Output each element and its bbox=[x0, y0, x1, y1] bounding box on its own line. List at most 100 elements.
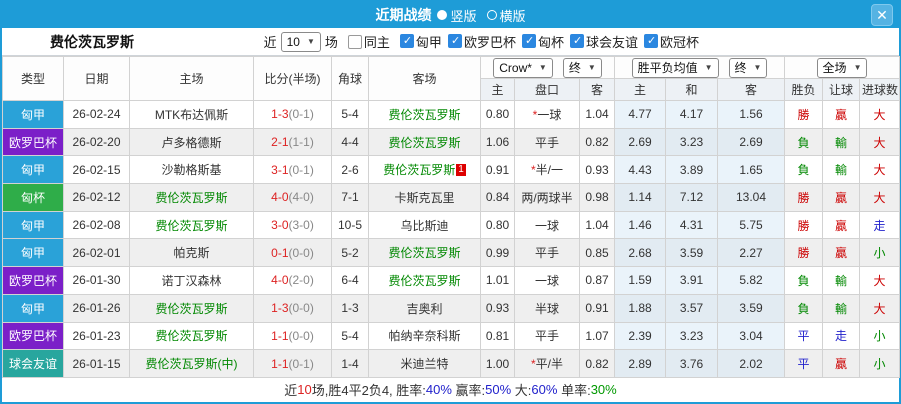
league-checkbox[interactable] bbox=[521, 34, 536, 49]
euro-away-odds: 2.27 bbox=[716, 238, 786, 268]
same-home-filter[interactable]: 同主 bbox=[342, 32, 390, 51]
odds-time-select[interactable]: 终 ▼ bbox=[562, 57, 602, 78]
league-filter[interactable]: 欧冠杯 bbox=[638, 32, 699, 51]
col-header-type: 类型 bbox=[2, 56, 64, 101]
away-team: 费伦茨瓦罗斯 bbox=[383, 163, 456, 178]
home-team[interactable]: 卢多格德斯 bbox=[129, 127, 254, 157]
away-team-cell[interactable]: 吉奥利 bbox=[368, 293, 481, 323]
home-team[interactable]: 费伦茨瓦罗斯 bbox=[129, 321, 254, 351]
handicap-value: 一球 bbox=[534, 273, 559, 288]
away-team-cell[interactable]: 费伦茨瓦罗斯 bbox=[368, 100, 481, 129]
full-score: 4-0 bbox=[271, 273, 289, 288]
scope-select[interactable]: 全场 ▼ bbox=[816, 57, 868, 78]
away-team-cell[interactable]: 费伦茨瓦罗斯 bbox=[368, 127, 481, 157]
match-date: 26-02-08 bbox=[63, 210, 130, 240]
league-checkbox[interactable] bbox=[399, 34, 414, 49]
col-header-asia-handicap: 盘口 bbox=[514, 78, 580, 101]
radio-horizontal-label: 横版 bbox=[499, 8, 526, 24]
league-checkbox[interactable] bbox=[447, 34, 462, 49]
asia-handicap: *一球 bbox=[514, 100, 580, 129]
league-checkbox[interactable] bbox=[643, 34, 658, 49]
home-team[interactable]: 费伦茨瓦罗斯 bbox=[129, 210, 254, 240]
league-checkbox-label: 欧罗巴杯 bbox=[463, 34, 516, 50]
result-goals: 大 bbox=[859, 266, 901, 295]
half-score: (0-0) bbox=[288, 301, 314, 316]
handicap-value: 一球 bbox=[537, 107, 562, 122]
match-table: 类型 日期 主场 比分(半场) 角球 客场 Crow* ▼ 终 ▼ 胜平负均值 … bbox=[2, 56, 901, 378]
euro-home-odds: 4.43 bbox=[614, 155, 666, 185]
result-win-lose: 負 bbox=[784, 293, 824, 323]
euro-avg-select[interactable]: 胜平负均值 ▼ bbox=[631, 57, 719, 78]
score-cell: 1-3(0-1) bbox=[253, 100, 332, 129]
same-home-label: 同主 bbox=[363, 35, 390, 50]
corner-score: 5-4 bbox=[331, 100, 369, 129]
league-filter[interactable]: 球会友谊 bbox=[564, 32, 638, 51]
match-date: 26-02-15 bbox=[63, 155, 130, 185]
match-row: 匈甲 26-02-15 沙勒格斯基 3-1(0-1) 2-6 费伦茨瓦罗斯 1 0… bbox=[2, 155, 901, 185]
same-home-checkbox[interactable] bbox=[347, 34, 362, 49]
radio-vertical-layout[interactable]: 竖版 bbox=[437, 6, 477, 25]
home-team[interactable]: 费伦茨瓦罗斯 bbox=[129, 183, 254, 212]
summary-segment: 赢率: bbox=[451, 383, 486, 399]
asia-home-odds: 0.81 bbox=[480, 321, 515, 351]
match-row: 匈甲 26-01-26 费伦茨瓦罗斯 1-3(0-0) 1-3 吉奥利 0.93… bbox=[2, 293, 901, 323]
recent-count-select[interactable]: 10 ▼ bbox=[280, 31, 321, 52]
euro-draw-odds: 3.57 bbox=[665, 293, 718, 323]
chevron-down-icon: ▼ bbox=[853, 63, 862, 72]
score-cell: 4-0(4-0) bbox=[253, 183, 332, 212]
half-score: (0-0) bbox=[288, 245, 314, 260]
radio-selected-icon bbox=[437, 10, 448, 20]
half-score: (0-1) bbox=[288, 107, 314, 122]
league-filter[interactable]: 欧罗巴杯 bbox=[442, 32, 516, 51]
corner-score: 1-3 bbox=[331, 293, 369, 323]
league-filter[interactable]: 匈杯 bbox=[516, 32, 564, 51]
league-filter[interactable]: 匈甲 bbox=[394, 32, 442, 51]
away-team: 费伦茨瓦罗斯 bbox=[388, 246, 461, 261]
summary-segment: 10 bbox=[297, 382, 312, 398]
euro-time-select[interactable]: 终 ▼ bbox=[728, 57, 768, 78]
league-badge: 球会友谊 bbox=[2, 349, 64, 378]
match-row: 匈甲 26-02-01 帕克斯 0-1(0-0) 5-2 费伦茨瓦罗斯 0.99… bbox=[2, 238, 901, 268]
corner-score: 10-5 bbox=[331, 210, 369, 240]
asia-handicap: 半球 bbox=[514, 293, 580, 323]
corner-score: 7-1 bbox=[331, 183, 369, 212]
away-team-cell[interactable]: 卡斯克瓦里 bbox=[368, 183, 481, 212]
home-team[interactable]: 帕克斯 bbox=[129, 238, 254, 268]
euro-home-odds: 1.46 bbox=[614, 210, 666, 240]
away-team-cell[interactable]: 米迪兰特 bbox=[368, 349, 481, 378]
league-checkbox[interactable] bbox=[569, 34, 584, 49]
league-badge: 匈甲 bbox=[2, 100, 64, 129]
home-team[interactable]: 费伦茨瓦罗斯(中) bbox=[129, 349, 254, 378]
col-header-euro-home: 主 bbox=[614, 78, 666, 101]
league-badge: 匈杯 bbox=[2, 183, 64, 212]
half-score: (0-1) bbox=[288, 162, 314, 177]
result-win-lose: 勝 bbox=[784, 100, 824, 129]
home-team[interactable]: 沙勒格斯基 bbox=[129, 155, 254, 185]
summary-segment: 30% bbox=[590, 382, 617, 398]
radio-horizontal-layout[interactable]: 横版 bbox=[486, 6, 526, 25]
asia-handicap: 一球 bbox=[514, 210, 580, 240]
handicap-value: 半/一 bbox=[535, 163, 563, 178]
close-button[interactable]: ✕ bbox=[871, 4, 893, 26]
result-win-lose: 負 bbox=[784, 127, 824, 157]
header-selects-row: 类型 日期 主场 比分(半场) 角球 客场 Crow* ▼ 终 ▼ 胜平负均值 … bbox=[2, 56, 901, 101]
away-team-cell[interactable]: 费伦茨瓦罗斯 1 bbox=[368, 155, 481, 185]
away-team-cell[interactable]: 费伦茨瓦罗斯 bbox=[368, 238, 481, 268]
home-team[interactable]: MTK布达佩斯 bbox=[129, 100, 254, 129]
asia-home-odds: 0.84 bbox=[480, 183, 515, 212]
euro-avg-value: 胜平负均值 bbox=[637, 61, 698, 75]
odds-company-select[interactable]: Crow* ▼ bbox=[493, 57, 553, 78]
col-header-result-wl: 胜负 bbox=[784, 78, 824, 101]
league-checkbox-label: 球会友谊 bbox=[585, 34, 638, 50]
corner-score: 6-4 bbox=[331, 266, 369, 295]
home-team[interactable]: 诺丁汉森林 bbox=[129, 266, 254, 295]
full-score: 1-3 bbox=[271, 107, 289, 122]
away-team-cell[interactable]: 帕纳辛奈科斯 bbox=[368, 321, 481, 351]
match-row: 欧罗巴杯 26-01-30 诺丁汉森林 4-0(2-0) 6-4 费伦茨瓦罗斯 … bbox=[2, 266, 901, 295]
asia-home-odds: 1.01 bbox=[480, 266, 515, 295]
result-handicap: 輸 bbox=[822, 293, 861, 323]
away-team-cell[interactable]: 乌比斯迪 bbox=[368, 210, 481, 240]
full-score: 0-1 bbox=[271, 245, 289, 260]
away-team-cell[interactable]: 费伦茨瓦罗斯 bbox=[368, 266, 481, 295]
home-team[interactable]: 费伦茨瓦罗斯 bbox=[129, 293, 254, 323]
